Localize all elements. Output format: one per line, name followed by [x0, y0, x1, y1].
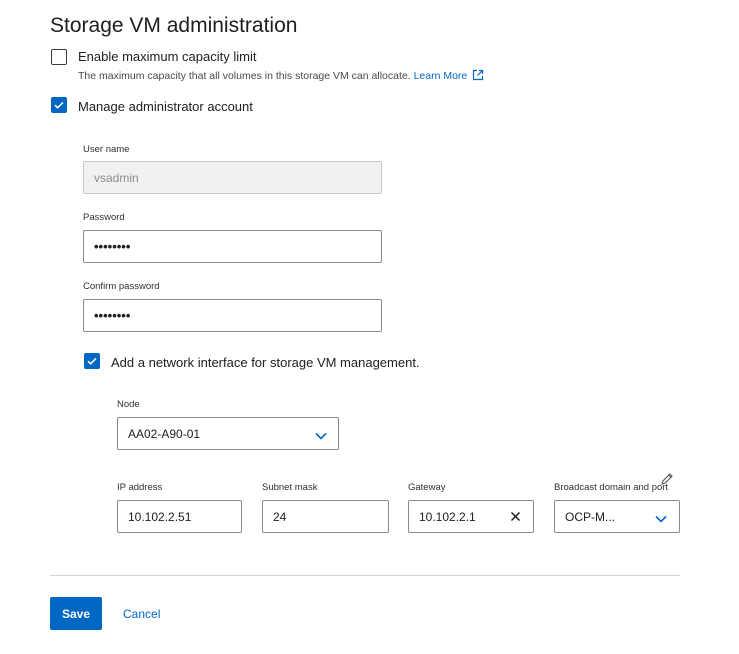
cancel-button[interactable]: Cancel	[115, 597, 168, 630]
confirm-password-label: Confirm password	[83, 281, 160, 292]
max-capacity-checkbox[interactable]	[51, 49, 67, 65]
network-interface-label: Add a network interface for storage VM m…	[111, 355, 420, 370]
subnet-mask-label: Subnet mask	[262, 482, 318, 493]
learn-more-link[interactable]: Learn More	[414, 70, 468, 82]
checkmark-icon	[54, 101, 64, 109]
network-interface-checkbox[interactable]	[84, 353, 100, 369]
chevron-down-icon	[315, 429, 327, 443]
max-capacity-helper: The maximum capacity that all volumes in…	[78, 69, 484, 84]
username-value: vsadmin	[94, 170, 139, 185]
manage-admin-label: Manage administrator account	[78, 99, 253, 114]
password-field[interactable]: ••••••••	[83, 230, 382, 263]
broadcast-domain-label: Broadcast domain and port	[554, 482, 669, 493]
node-select[interactable]: AA02-A90-01	[117, 417, 339, 450]
gateway-field[interactable]: 10.102.2.1	[408, 500, 534, 533]
username-label: User name	[83, 144, 130, 155]
external-link-icon[interactable]	[472, 69, 484, 84]
chevron-down-icon	[655, 512, 667, 526]
manage-admin-checkbox[interactable]	[51, 97, 67, 113]
ip-address-value: 10.102.2.51	[128, 509, 192, 524]
password-label: Password	[83, 212, 125, 223]
broadcast-domain-value: OCP-M...	[565, 509, 615, 524]
ip-address-label: IP address	[117, 482, 163, 493]
section-title: Storage VM administration	[50, 14, 298, 37]
ip-address-field[interactable]: 10.102.2.51	[117, 500, 242, 533]
username-field: vsadmin	[83, 161, 382, 194]
save-button[interactable]: Save	[50, 597, 102, 630]
node-label: Node	[117, 399, 140, 410]
edit-pencil-icon[interactable]	[660, 472, 674, 491]
max-capacity-label: Enable maximum capacity limit	[78, 49, 257, 64]
node-value: AA02-A90-01	[128, 426, 201, 441]
password-value: ••••••••	[94, 239, 131, 254]
confirm-password-value: ••••••••	[94, 308, 131, 323]
clear-icon[interactable]	[510, 511, 521, 525]
subnet-mask-field[interactable]: 24	[262, 500, 389, 533]
checkmark-icon	[87, 357, 97, 365]
gateway-value: 10.102.2.1	[419, 509, 476, 524]
gateway-label: Gateway	[408, 482, 446, 493]
divider	[50, 575, 680, 576]
confirm-password-field[interactable]: ••••••••	[83, 299, 382, 332]
broadcast-domain-select[interactable]: OCP-M...	[554, 500, 680, 533]
subnet-mask-value: 24	[273, 509, 287, 524]
